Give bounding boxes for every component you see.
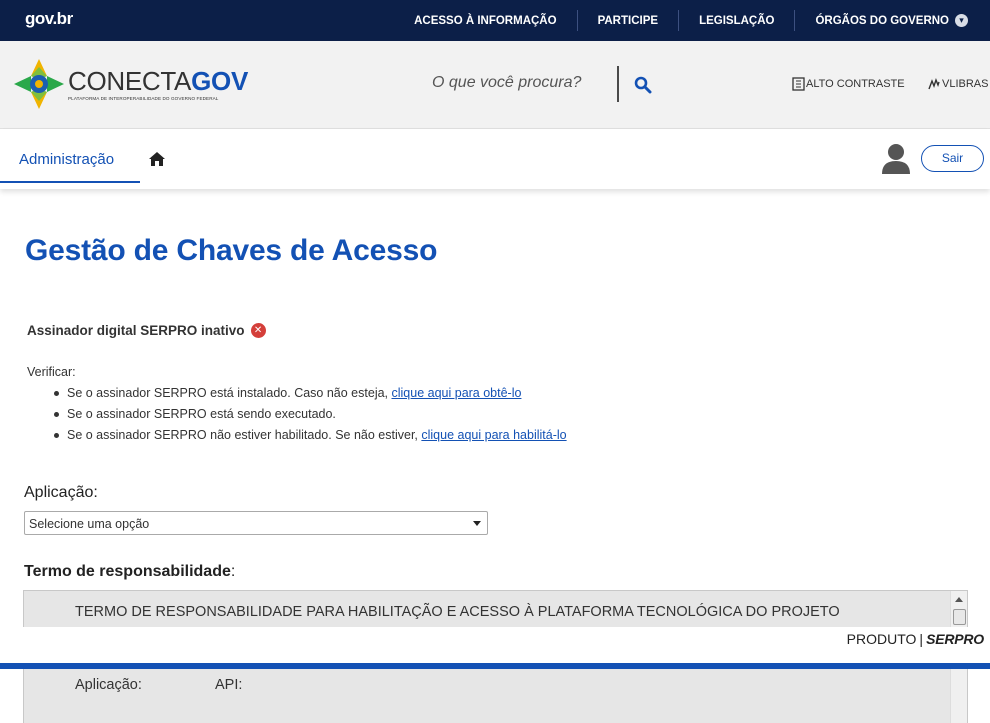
terms-fields: Aplicação: API:: [75, 677, 242, 693]
verify-list: Se o assinador SERPRO está instalado. Ca…: [27, 383, 567, 446]
link-orgaos-governo[interactable]: ÓRGÃOS DO GOVERNO ▾: [795, 11, 968, 31]
footer: [0, 627, 990, 663]
scroll-thumb[interactable]: [953, 609, 966, 625]
logout-button[interactable]: Sair: [921, 145, 984, 172]
verify-section: Verificar: Se o assinador SERPRO está in…: [27, 365, 567, 446]
brand-text: CONECTAGOV PLATAFORMA DE INTEROPERABILID…: [68, 65, 248, 101]
application-label: Aplicação:: [24, 484, 98, 501]
terms-label-text: Termo de responsabilidade: [24, 563, 231, 580]
verify-item: Se o assinador SERPRO está sendo executa…: [27, 404, 567, 425]
hand-sign-icon: [928, 77, 940, 90]
terms-label: Termo de responsabilidade:: [24, 563, 236, 580]
brand-prefix: CONECTA: [68, 65, 192, 96]
page-title: Gestão de Chaves de Acesso: [25, 234, 438, 267]
vlibras-label: VLIBRAS: [942, 78, 989, 90]
signer-status: Assinador digital SERPRO inativo ✕: [27, 323, 266, 338]
serpro-product-label: PRODUTO | SERPRO: [846, 631, 985, 647]
verify-item: Se o assinador SERPRO não estiver habili…: [27, 425, 567, 446]
chevron-down-icon[interactable]: ▾: [955, 13, 968, 27]
vlibras-button[interactable]: VLIBRAS: [927, 77, 988, 91]
search-input[interactable]: O que você procura?: [432, 74, 581, 92]
terms-api-label: API:: [215, 677, 243, 693]
verify-item-text: Se o assinador SERPRO está instalado. Ca…: [67, 386, 392, 400]
verify-label: Verificar:: [27, 365, 76, 379]
enable-signer-link[interactable]: clique aqui para habilitá-lo: [421, 428, 566, 442]
search-divider: [617, 66, 619, 102]
error-icon: ✕: [250, 323, 266, 338]
govbr-top-bar: gov.br ACESSO À INFORMAÇÃO PARTICIPE LEG…: [0, 0, 990, 41]
govbr-logo[interactable]: gov.br: [25, 9, 73, 29]
dropdown-arrow-icon: [473, 521, 481, 526]
link-acesso-informacao[interactable]: ACESSO À INFORMAÇÃO: [394, 11, 576, 31]
home-icon[interactable]: [148, 151, 166, 167]
application-select[interactable]: Selecione uma opção: [24, 511, 488, 535]
tab-administracao[interactable]: Administração: [0, 129, 140, 183]
conectagov-logo[interactable]: CONECTAGOV PLATAFORMA DE INTEROPERABILID…: [14, 59, 248, 109]
high-contrast-label: ALTO CONTRASTE: [806, 78, 905, 90]
get-signer-link[interactable]: clique aqui para obtê-lo: [392, 386, 522, 400]
verify-item-text: Se o assinador SERPRO está sendo executa…: [67, 407, 336, 421]
application-select-value: Selecione uma opção: [29, 517, 150, 531]
application-label-text: Aplicação: [24, 484, 94, 501]
brand-subtitle: PLATAFORMA DE INTEROPERABILIDADE DO GOVE…: [68, 95, 219, 101]
conectagov-emblem-icon: [14, 59, 64, 109]
footer-accent-line: [0, 663, 990, 669]
link-participe[interactable]: PARTICIPE: [578, 11, 679, 31]
signer-status-text: Assinador digital SERPRO inativo: [27, 323, 245, 338]
link-orgaos-governo-label: ÓRGÃOS DO GOVERNO: [815, 14, 949, 27]
serpro-logo: SERPRO: [926, 631, 984, 647]
search-icon[interactable]: [634, 76, 652, 94]
site-header: CONECTAGOV PLATAFORMA DE INTEROPERABILID…: [0, 41, 990, 129]
high-contrast-button[interactable]: ALTO CONTRASTE: [792, 77, 905, 91]
contrast-icon: [792, 77, 805, 91]
govbr-links: ACESSO À INFORMAÇÃO PARTICIPE LEGISLAÇÃO…: [394, 0, 968, 41]
verify-item-text: Se o assinador SERPRO não estiver habili…: [67, 428, 422, 442]
user-avatar-icon[interactable]: [882, 143, 910, 174]
produto-text: PRODUTO: [846, 631, 917, 647]
brand-suffix: GOV: [191, 65, 248, 96]
terms-heading: TERMO DE RESPONSABILIDADE PARA HABILITAÇ…: [75, 604, 840, 620]
scroll-up-icon[interactable]: [955, 597, 963, 602]
brand-title: CONECTAGOV: [68, 65, 248, 96]
link-legislacao[interactable]: LEGISLAÇÃO: [679, 11, 794, 31]
verify-item: Se o assinador SERPRO está instalado. Ca…: [27, 383, 567, 404]
terms-application-label: Aplicação:: [75, 677, 142, 693]
main-nav: Administração Sair: [0, 129, 990, 189]
